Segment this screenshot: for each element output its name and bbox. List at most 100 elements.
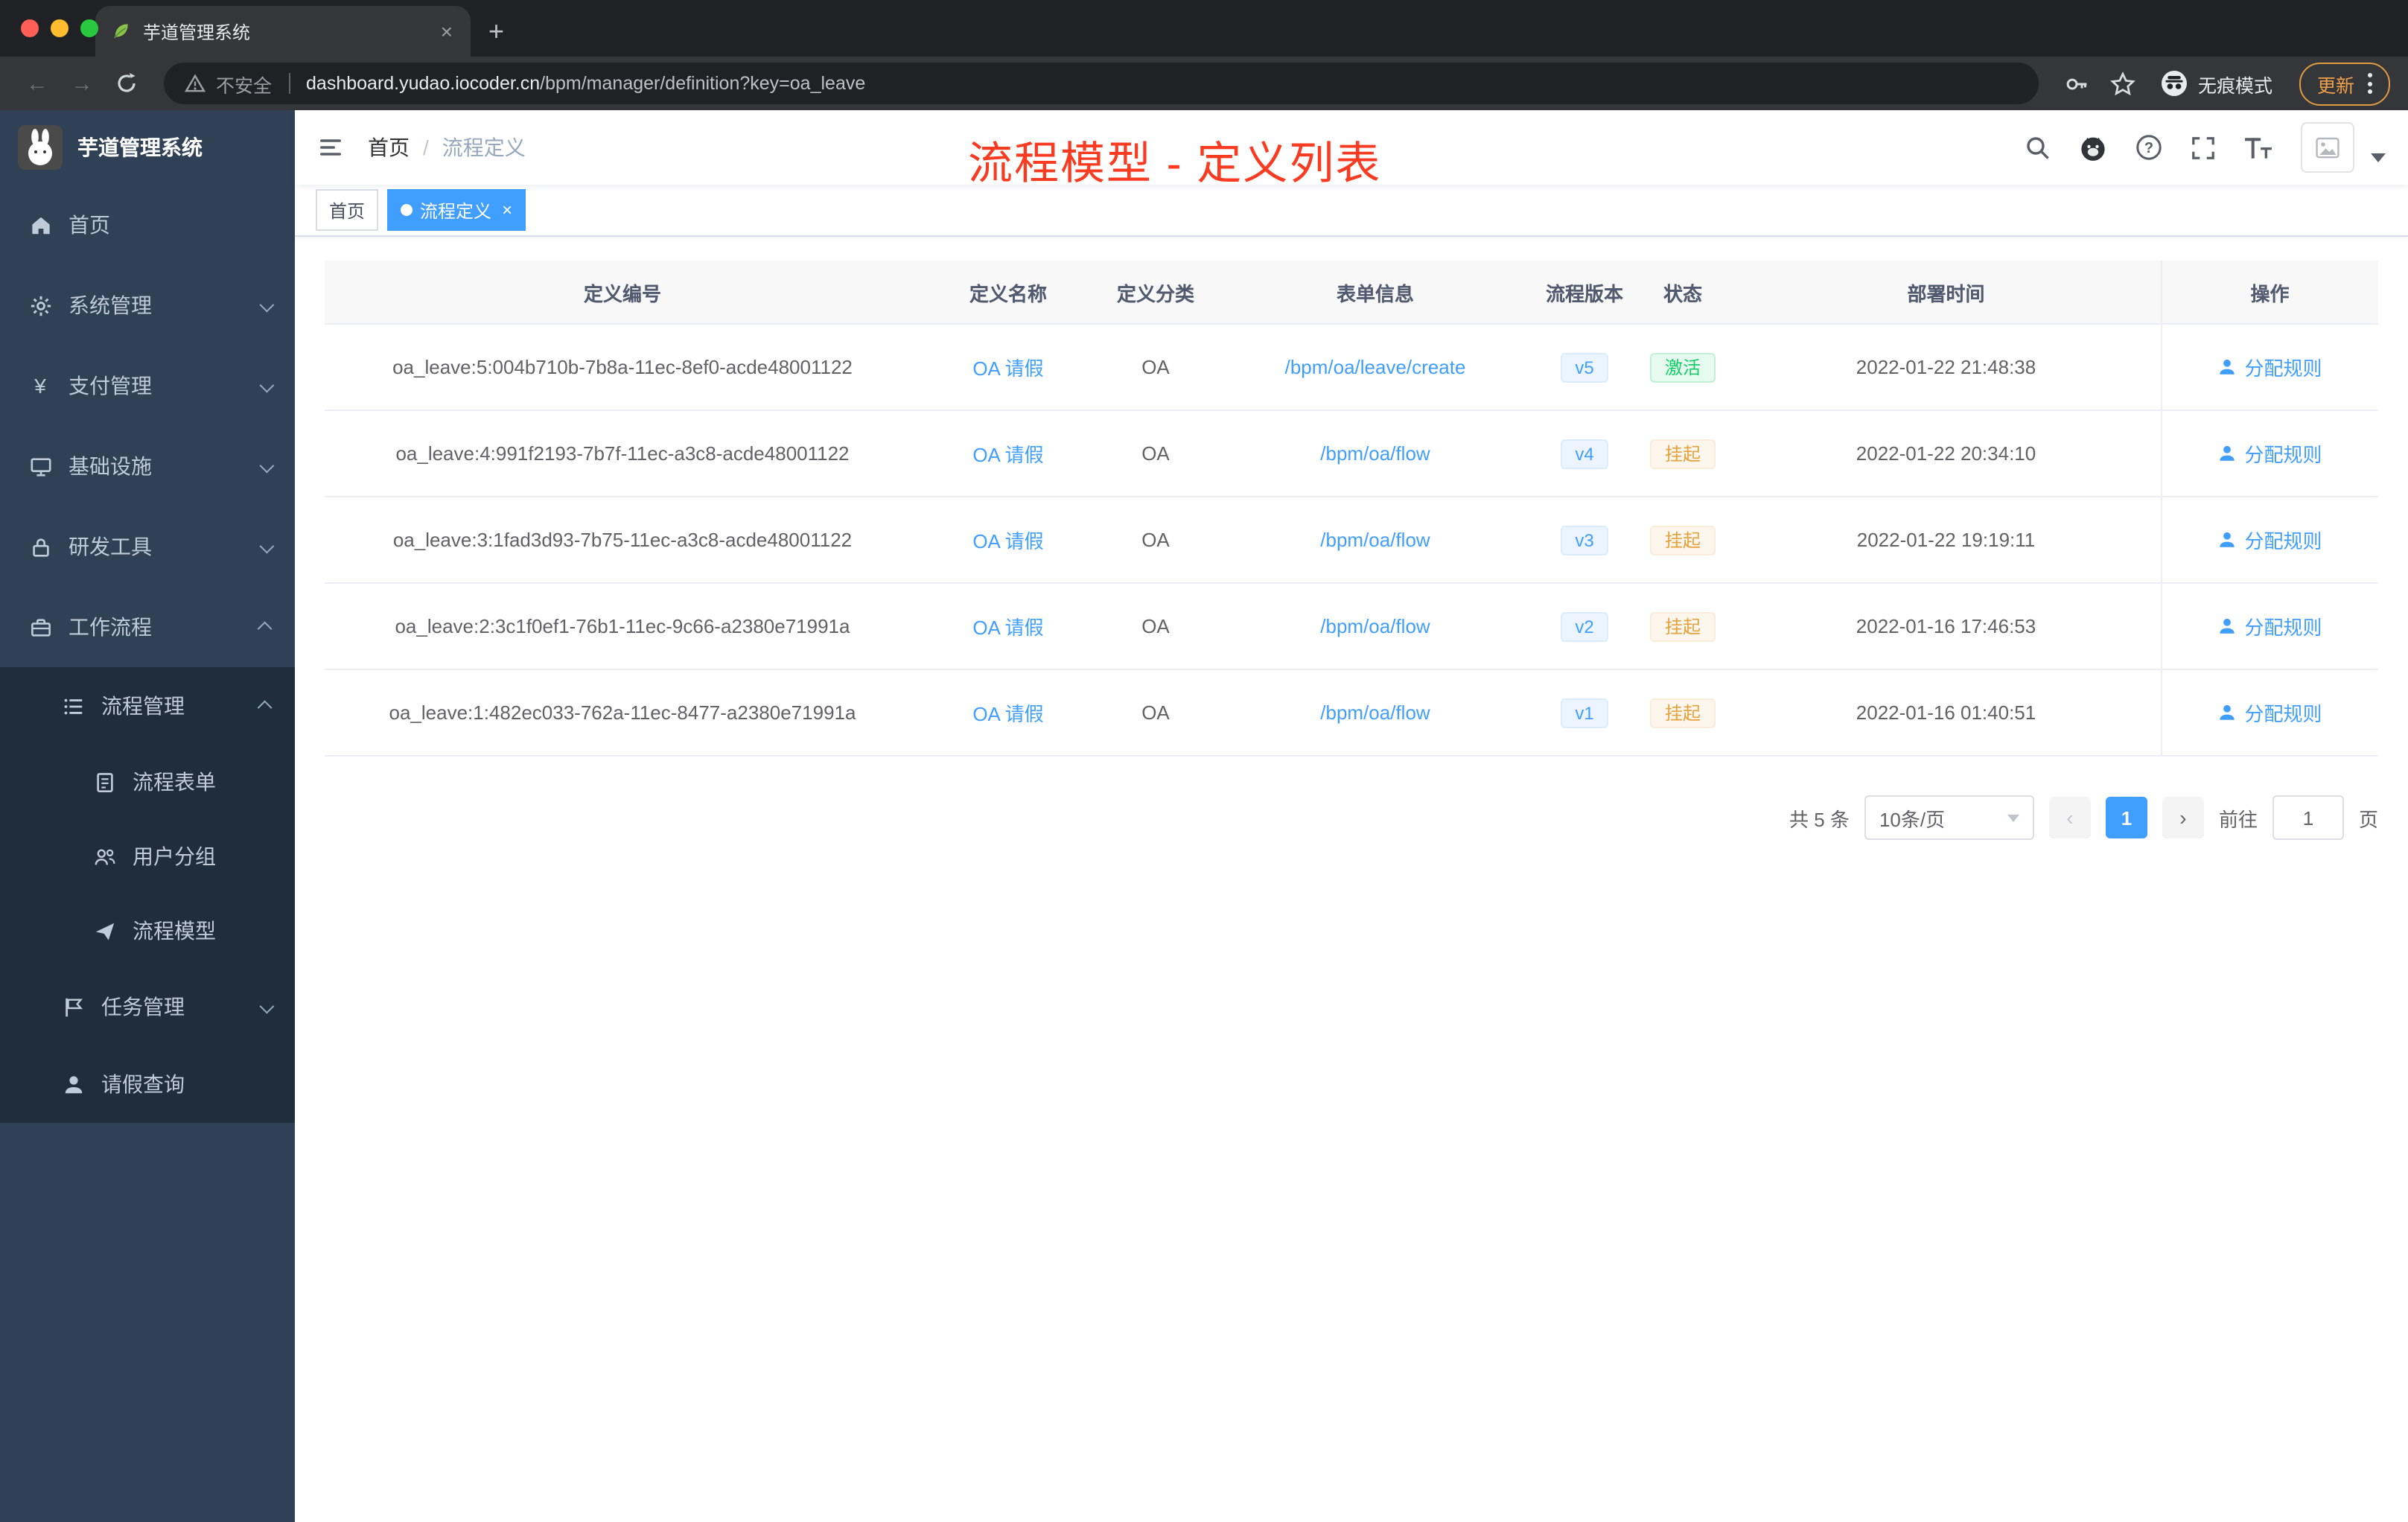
cell-operations: 分配规则 [2160,324,2378,411]
status-badge: 挂起 [1649,439,1716,468]
incognito-icon [2161,70,2188,97]
sidebar-item-payment-management[interactable]: ¥ 支付管理 [0,346,295,426]
sidebar-item-home[interactable]: 首页 [0,185,295,265]
reload-button[interactable] [107,71,146,95]
cell-form-info: /bpm/oa/flow [1215,583,1535,670]
macos-close-button[interactable] [21,19,39,37]
cell-definition-category: OA [1096,583,1215,670]
assign-rule-button[interactable]: 分配规则 [2217,612,2322,640]
back-button[interactable]: ← [18,71,57,96]
assign-rule-button[interactable]: 分配规则 [2217,439,2322,468]
chrome-update-chip[interactable]: 更新 [2299,62,2390,105]
sidebar-item-workflow[interactable]: 工作流程 [0,587,295,667]
url-text: dashboard.yudao.iocoder.cn/bpm/manager/d… [306,73,865,94]
cell-form-info: /bpm/oa/flow [1215,497,1535,584]
sidebar-item-task-management[interactable]: 任务管理 [0,968,295,1045]
form-link[interactable]: /bpm/oa/flow [1320,615,1430,637]
next-page-button[interactable]: › [2162,797,2204,838]
user-avatar[interactable] [2301,122,2354,173]
sidebar-item-system-management[interactable]: 系统管理 [0,265,295,346]
search-icon[interactable] [2025,135,2051,160]
sidebar-item-dev-tools[interactable]: 研发工具 [0,506,295,587]
address-bar[interactable]: 不安全 dashboard.yudao.iocoder.cn/bpm/manag… [164,63,2039,104]
forward-button[interactable]: → [63,71,101,96]
version-badge: v1 [1560,698,1609,727]
screen: 芋道管理系统 × + ← → 不安全 dashboard.yudao.iocod… [0,0,2408,1522]
definition-name-link[interactable]: OA 请假 [972,444,1043,466]
definition-name-link[interactable]: OA 请假 [972,703,1043,725]
col-deploy-time: 部署时间 [1732,261,2161,325]
avatar-dropdown-caret-icon[interactable] [2371,153,2386,162]
sidebar-item-user-group[interactable]: 用户分组 [0,819,295,894]
assign-rule-button[interactable]: 分配规则 [2217,526,2322,554]
sidebar-item-leave-query[interactable]: 请假查询 [0,1045,295,1123]
macos-zoom-button[interactable] [80,19,98,37]
flag-icon [61,995,85,1019]
cell-definition-id: oa_leave:3:1fad3d93-7b75-11ec-a3c8-acde4… [325,497,920,584]
tab-strip: 芋道管理系统 × + [0,0,2408,57]
briefcase-icon [28,615,52,639]
form-link[interactable]: /bpm/oa/leave/create [1285,356,1466,378]
cell-definition-id: oa_leave:1:482ec033-762a-11ec-8477-a2380… [325,669,920,757]
chevron-down-icon [259,296,275,312]
sidebar-item-process-management[interactable]: 流程管理 [0,667,295,745]
key-icon[interactable] [2064,71,2089,96]
yen-icon: ¥ [34,374,46,398]
more-vert-icon[interactable] [2368,73,2372,94]
app-logo[interactable]: 芋道管理系统 [0,110,295,185]
version-badge: v2 [1560,611,1609,641]
definition-name-link[interactable]: OA 请假 [972,617,1043,639]
chevron-down-icon [259,538,275,553]
navbar-right: ? [2025,122,2386,173]
form-link[interactable]: /bpm/oa/flow [1320,529,1430,551]
form-link[interactable]: /bpm/oa/flow [1320,442,1430,465]
definition-name-link[interactable]: OA 请假 [972,530,1043,553]
new-tab-button[interactable]: + [488,16,504,48]
bookmark-star-icon[interactable] [2109,71,2135,96]
sidebar-item-infrastructure[interactable]: 基础设施 [0,426,295,506]
table-row: oa_leave:4:991f2193-7b7f-11ec-a3c8-acde4… [325,410,2378,497]
tab-title: 芋道管理系统 [143,22,251,42]
breadcrumb-home[interactable]: 首页 [368,133,410,162]
paper-plane-icon [92,919,116,943]
sidebar-item-process-model[interactable]: 流程模型 [0,894,295,968]
col-status: 状态 [1634,261,1732,325]
status-badge: 激活 [1649,352,1716,382]
document-icon [92,770,116,794]
macos-minimize-button[interactable] [51,19,69,37]
tag-home[interactable]: 首页 [316,189,379,231]
tab-favicon-leaf-icon [110,21,131,42]
fullscreen-icon[interactable] [2191,135,2216,160]
col-definition-category: 定义分类 [1096,261,1215,325]
url-path: /bpm/manager/definition?key=oa_leave [540,73,866,94]
cell-definition-category: OA [1096,410,1215,497]
prev-page-button[interactable]: ‹ [2048,797,2091,838]
sidebar-item-process-form[interactable]: 流程表单 [0,745,295,819]
cell-definition-category: OA [1096,324,1215,411]
github-icon[interactable] [2079,133,2107,162]
form-link[interactable]: /bpm/oa/flow [1320,701,1430,724]
macos-window-controls [21,19,98,37]
tag-process-definition[interactable]: 流程定义 × [387,189,526,231]
definition-name-link[interactable]: OA 请假 [972,357,1043,380]
hamburger-icon[interactable] [317,136,344,159]
font-size-icon[interactable] [2244,135,2272,160]
page-size-select[interactable]: 10条/页 [1864,795,2034,840]
table-row: oa_leave:3:1fad3d93-7b75-11ec-a3c8-acde4… [325,497,2378,584]
goto-page-input[interactable] [2272,795,2344,840]
col-process-version: 流程版本 [1535,261,1634,325]
current-page-button[interactable]: 1 [2105,797,2147,838]
cell-process-version: v1 [1535,669,1634,757]
help-icon[interactable]: ? [2135,134,2162,161]
cell-status: 挂起 [1634,497,1732,584]
sidebar: 芋道管理系统 首页 系统管理 ¥ 支付管理 基础设施 研发工具 工作流程 流程管… [0,110,295,1522]
assign-rule-button[interactable]: 分配规则 [2217,698,2322,727]
incognito-label: 无痕模式 [2197,75,2272,96]
tab-close-icon[interactable]: × [438,19,456,43]
table-row: oa_leave:5:004b710b-7b8a-11ec-8ef0-acde4… [325,324,2378,411]
table-header-row: 定义编号 定义名称 定义分类 表单信息 流程版本 状态 部署时间 操作 [325,261,2378,325]
browser-tab[interactable]: 芋道管理系统 × [95,6,471,57]
url-host: dashboard.yudao.iocoder.cn [306,73,541,94]
tag-close-icon[interactable]: × [502,200,512,220]
assign-rule-button[interactable]: 分配规则 [2217,353,2322,381]
